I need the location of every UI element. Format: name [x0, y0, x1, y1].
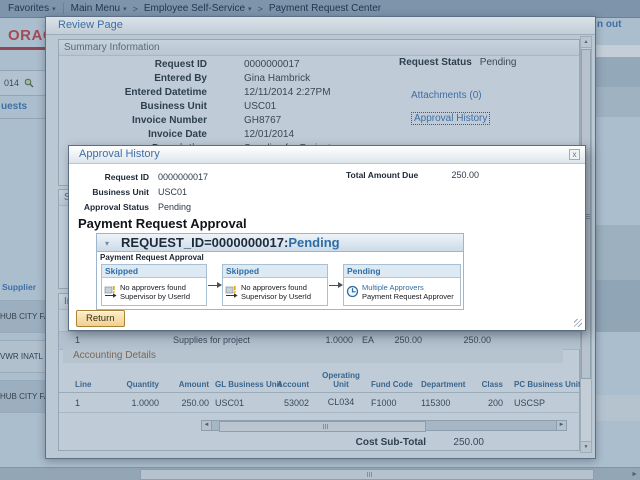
background-band: [596, 45, 640, 57]
page-horizontal-scrollbar[interactable]: ►: [0, 467, 640, 480]
supplier-row: HUB CITY FA: [0, 380, 46, 413]
scroll-up-icon[interactable]: ▲: [581, 37, 591, 48]
oracle-logo: ORACLE: [8, 27, 45, 44]
background-band: [596, 225, 640, 280]
scrollbar-grip: [367, 472, 368, 477]
approval-stage-pending: Pending Multiple Approvers Payment Reque…: [343, 264, 461, 306]
stage-text: No approvers found Supervisor by UserId: [241, 283, 311, 301]
approval-history-modal: Approval History x Request ID0000000017 …: [68, 145, 586, 331]
modal-title: Approval History: [79, 148, 160, 160]
supplier-row: VWR INATL IN: [0, 340, 46, 373]
flow-status: Pending: [288, 235, 339, 250]
breadcrumb-employee-self-service[interactable]: Employee Self-Service▾: [144, 3, 252, 14]
invoice-line-row: 1 Supplies for project 1.0000 EA 250.00 …: [59, 331, 581, 350]
background-band: [596, 395, 640, 421]
flow-arrow-icon: [207, 272, 222, 299]
field-row: Invoice Date12/01/2014: [59, 128, 579, 142]
approval-stage-skipped-2: Skipped No approvers found Supervisor by…: [222, 264, 328, 306]
date-fragment: 014: [4, 78, 19, 88]
lookup-icon[interactable]: [24, 78, 34, 88]
requests-link[interactable]: uests: [1, 101, 27, 112]
breadcrumb-payment-request-center[interactable]: Payment Request Center: [269, 3, 381, 14]
field-row: Approval StatusPending: [73, 198, 208, 213]
approval-history-link[interactable]: Approval History: [411, 112, 490, 125]
supplier-column-header: Supplier: [2, 282, 36, 292]
approval-flow: ▾REQUEST_ID=0000000017:Pending Payment R…: [96, 233, 464, 310]
return-button[interactable]: Return: [76, 310, 125, 327]
multiple-approvers-link[interactable]: Multiple Approvers: [362, 283, 454, 292]
chevron-down-icon: ▾: [52, 6, 56, 13]
window-title: Review Page: [46, 17, 595, 35]
scroll-down-icon[interactable]: ▼: [581, 441, 591, 452]
breadcrumb-separator: >: [258, 4, 263, 14]
field-row: Entered ByGina Hambrick: [59, 72, 579, 86]
background-band: [596, 280, 640, 332]
breadcrumb-favorites[interactable]: Favorites▾: [8, 3, 56, 14]
cost-subtotal-label: Cost Sub-Total: [306, 437, 426, 448]
flow-request-id: REQUEST_ID=0000000017:: [121, 235, 288, 250]
stage-text: No approvers found Supervisor by UserId: [120, 283, 190, 301]
approval-stage-skipped-1: Skipped No approvers found Supervisor by…: [101, 264, 207, 306]
modal-title-bar: Approval History x: [69, 146, 585, 164]
brand-divider: [0, 47, 46, 50]
scrollbar-grip: [323, 424, 324, 429]
supplier-row: HUB CITY FA: [0, 300, 46, 333]
scrollbar-thumb[interactable]: [140, 469, 594, 480]
background-band: [596, 57, 640, 87]
scroll-right-icon[interactable]: ►: [631, 470, 638, 479]
summary-fields: Request ID0000000017 Entered ByGina Hamb…: [59, 56, 579, 156]
stage-status: Skipped: [102, 265, 206, 278]
field-row: Business UnitUSC01: [59, 100, 579, 114]
close-icon[interactable]: x: [569, 149, 580, 160]
approval-stages: Skipped No approvers found Supervisor by…: [97, 264, 463, 306]
payment-request-approval-heading: Payment Request Approval: [78, 216, 247, 231]
scroll-left-icon[interactable]: ◄: [201, 420, 212, 431]
accounting-grid-row: 1 1.0000 250.00 USC01 53002 CL034 F1000 …: [59, 395, 584, 413]
breadcrumb-main-menu[interactable]: Main Menu▾: [71, 3, 127, 14]
collapse-icon[interactable]: ▾: [105, 235, 109, 252]
screen: Favorites▾ Main Menu▾ > Employee Self-Se…: [0, 0, 640, 480]
field-row: Request ID0000000017: [73, 168, 208, 183]
scrollbar-track[interactable]: [212, 420, 556, 431]
background-band: [596, 87, 640, 117]
attachments-link[interactable]: Attachments (0): [411, 90, 482, 101]
flow-arrow-icon: [328, 272, 343, 299]
field-row: Invoice NumberGH8767: [59, 114, 579, 128]
section-title: Summary Information: [59, 40, 579, 56]
accounting-grid-header: Line Quantity Amount GL Business Unit Ac…: [59, 364, 584, 393]
total-amount-due-label: Total Amount Due: [346, 168, 418, 183]
sign-out-link[interactable]: n out: [597, 19, 621, 30]
request-status: Request StatusPending: [399, 57, 517, 68]
breadcrumb-separator: >: [133, 4, 138, 14]
chevron-down-icon: ▾: [123, 6, 127, 13]
background-date-panel: 014: [0, 70, 46, 96]
accounting-details-header: Accounting Details: [63, 349, 563, 363]
skipped-step-icon: [225, 285, 238, 298]
pending-clock-icon: [346, 285, 359, 298]
approval-flow-header: ▾ REQUEST_ID=0000000017:Pending: [97, 234, 463, 252]
skipped-step-icon: [104, 285, 117, 298]
cost-subtotal-value: 250.00: [436, 437, 484, 448]
grid-horizontal-scrollbar[interactable]: ◄ ►: [201, 420, 567, 431]
total-amount-due-value: 250.00: [419, 168, 479, 183]
stage-text: Multiple Approvers Payment Request Appro…: [362, 283, 454, 301]
scroll-right-icon[interactable]: ►: [556, 420, 567, 431]
stage-status: Pending: [344, 265, 460, 278]
chevron-down-icon: ▾: [248, 6, 252, 13]
field-row: Entered Datetime12/11/2014 2:27PM: [59, 86, 579, 100]
approval-flow-subtitle: Payment Request Approval: [97, 252, 463, 264]
field-row: Business UnitUSC01: [73, 183, 208, 198]
background-requests-panel: uests: [0, 95, 46, 119]
scrollbar-thumb[interactable]: [219, 421, 426, 432]
breadcrumb-divider: [63, 3, 64, 14]
modal-fields: Request ID0000000017 Business UnitUSC01 …: [73, 168, 208, 213]
resize-grip[interactable]: [574, 319, 582, 327]
stage-status: Skipped: [223, 265, 327, 278]
